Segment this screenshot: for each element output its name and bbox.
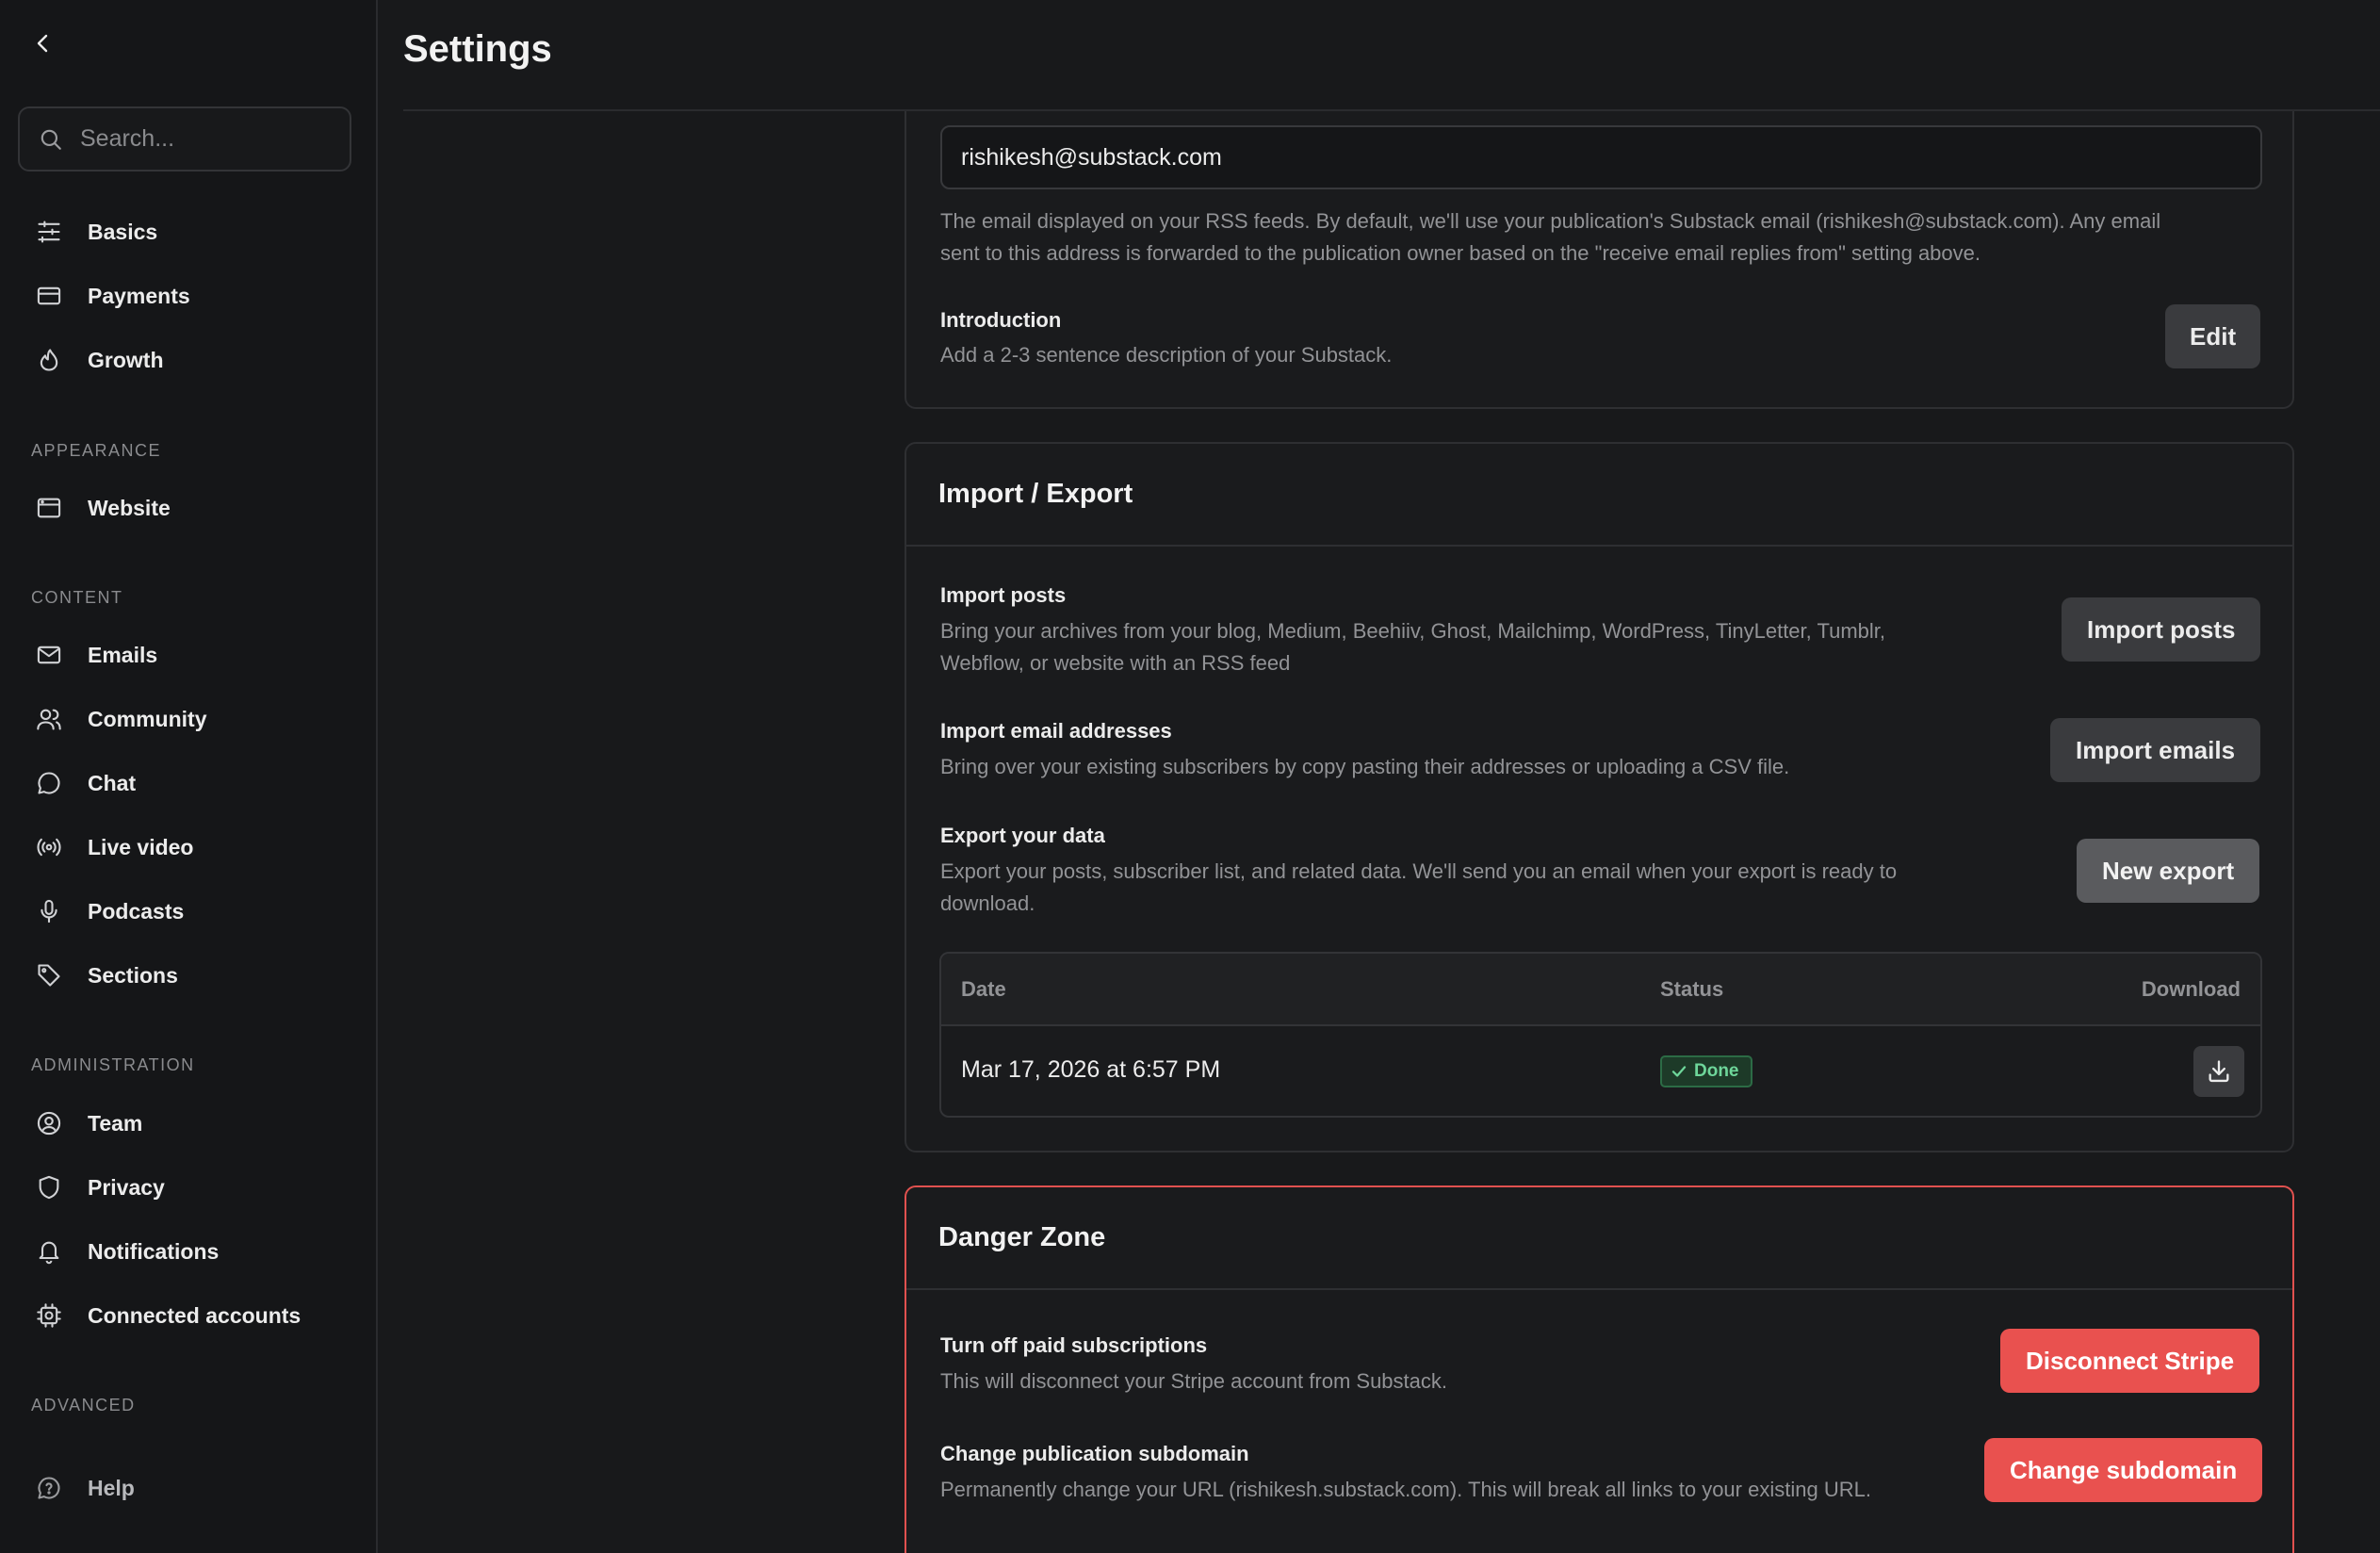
credit-card-icon: [35, 282, 63, 310]
sidebar-item-basics[interactable]: Basics: [18, 205, 351, 258]
search-icon: [41, 129, 61, 150]
sidebar-item-notifications[interactable]: Notifications: [18, 1225, 351, 1278]
danger-zone-header: Danger Zone: [906, 1187, 2292, 1290]
sidebar-item-live-video[interactable]: Live video: [18, 821, 351, 874]
publication-details-card: The email displayed on your RSS feeds. B…: [905, 111, 2294, 409]
sidebar-item-connected-accounts[interactable]: Connected accounts: [18, 1289, 351, 1342]
status-badge: Done: [1660, 1055, 1752, 1087]
export-data-desc-line-1: Export your posts, subscriber list, and …: [940, 859, 1898, 883]
sidebar-item-label: Website: [88, 495, 171, 520]
sidebar-item-label: Help: [88, 1475, 135, 1500]
chevron-left-icon: [37, 34, 48, 53]
change-subdomain-title: Change publication subdomain: [940, 1442, 1249, 1465]
disconnect-stripe-desc: This will disconnect your Stripe account…: [940, 1369, 1448, 1393]
sidebar-item-growth[interactable]: Growth: [18, 334, 351, 386]
bell-icon: [35, 1237, 63, 1266]
chat-bubble-icon: [35, 769, 63, 797]
change-subdomain-button[interactable]: Change subdomain: [1984, 1438, 2263, 1502]
section-label-administration: ADMINISTRATION: [31, 1055, 195, 1074]
shield-icon: [35, 1173, 63, 1202]
sidebar-item-privacy[interactable]: Privacy: [18, 1161, 351, 1214]
export-data-desc-line-2: download.: [940, 891, 1035, 915]
rss-email-input[interactable]: [940, 125, 2262, 189]
export-history-table: Date Status Download Mar 17, 2026 at 6:5…: [939, 952, 2262, 1118]
sidebar-item-label: Basics: [88, 219, 158, 244]
import-posts-button[interactable]: Import posts: [2062, 597, 2261, 662]
import-emails-title: Import email addresses: [940, 719, 1172, 743]
export-data-title: Export your data: [940, 824, 1105, 847]
danger-zone-card: Danger Zone Turn off paid subscriptions …: [905, 1185, 2294, 1553]
introduction-title: Introduction: [940, 308, 1062, 332]
sliders-icon: [35, 218, 63, 246]
import-posts-title: Import posts: [940, 583, 1067, 607]
sidebar-item-label: Notifications: [88, 1238, 220, 1264]
sidebar-item-sections[interactable]: Sections: [18, 949, 351, 1002]
import-export-title: Import / Export: [938, 479, 1133, 509]
import-posts-desc-line-1: Bring your archives from your blog, Medi…: [940, 619, 1886, 643]
sidebar-item-emails[interactable]: Emails: [18, 629, 351, 681]
disconnect-stripe-title: Turn off paid subscriptions: [940, 1333, 1208, 1357]
change-subdomain-desc: Permanently change your URL (rishikesh.s…: [940, 1478, 1871, 1501]
import-export-header: Import / Export: [906, 444, 2292, 547]
sidebar: Basics Payments Growth APPEARANCE Websit…: [0, 0, 378, 1553]
mail-icon: [35, 641, 63, 669]
sidebar-item-help[interactable]: Help: [18, 1462, 351, 1514]
sidebar-item-label: Team: [88, 1110, 143, 1136]
import-export-card: Import / Export Import posts Bring your …: [905, 442, 2294, 1152]
microphone-icon: [35, 897, 63, 925]
download-icon: [2209, 1060, 2229, 1083]
introduction-description: Add a 2-3 sentence description of your S…: [940, 343, 1393, 367]
section-label-content: CONTENT: [31, 588, 123, 607]
edit-introduction-button[interactable]: Edit: [2165, 304, 2261, 368]
sidebar-item-label: Live video: [88, 834, 194, 859]
sidebar-item-podcasts[interactable]: Podcasts: [18, 885, 351, 938]
import-emails-button[interactable]: Import emails: [2050, 718, 2261, 782]
sidebar-item-chat[interactable]: Chat: [18, 757, 351, 809]
sidebar-item-label: Connected accounts: [88, 1302, 302, 1328]
sidebar-item-label: Chat: [88, 770, 137, 795]
page-title: Settings: [403, 28, 552, 70]
sidebar-item-label: Sections: [88, 962, 178, 988]
users-icon: [35, 705, 63, 733]
column-header-download: Download: [2141, 977, 2241, 1001]
table-row: Mar 17, 2026 at 6:57 PM Done: [941, 1026, 2260, 1116]
sidebar-item-payments[interactable]: Payments: [18, 270, 351, 322]
rss-email-help-line-2: sent to this address is forwarded to the…: [940, 241, 1981, 265]
sidebar-item-label: Privacy: [88, 1174, 165, 1200]
table-header: Date Status Download: [941, 954, 2260, 1026]
danger-zone-title: Danger Zone: [938, 1222, 1106, 1252]
browser-window-icon: [35, 494, 63, 522]
user-circle-icon: [35, 1109, 63, 1137]
help-bubble-icon: [35, 1474, 63, 1502]
sidebar-item-label: Community: [88, 706, 207, 731]
section-label-appearance: APPEARANCE: [31, 441, 162, 460]
disconnect-stripe-button[interactable]: Disconnect Stripe: [2000, 1329, 2260, 1393]
sidebar-item-website[interactable]: Website: [18, 482, 351, 534]
import-emails-desc: Bring over your existing subscribers by …: [940, 755, 1790, 778]
status-badge-label: Done: [1694, 1061, 1739, 1081]
flame-icon: [35, 346, 63, 374]
sidebar-item-label: Growth: [88, 347, 164, 372]
back-button[interactable]: [26, 26, 60, 60]
sidebar-item-label: Emails: [88, 642, 158, 667]
broadcast-icon: [35, 833, 63, 861]
export-date: Mar 17, 2026 at 6:57 PM: [961, 1056, 1221, 1083]
checkmark-icon: [1671, 1063, 1687, 1080]
search-box[interactable]: [18, 106, 351, 172]
rss-email-help-line-1: The email displayed on your RSS feeds. B…: [940, 209, 2161, 233]
sidebar-item-community[interactable]: Community: [18, 693, 351, 745]
sidebar-item-team[interactable]: Team: [18, 1097, 351, 1150]
search-input[interactable]: [80, 125, 334, 153]
sidebar-item-label: Payments: [88, 283, 190, 308]
section-label-advanced: ADVANCED: [31, 1396, 136, 1414]
sidebar-item-label: Podcasts: [88, 898, 185, 924]
chip-icon: [35, 1301, 63, 1330]
import-posts-desc-line-2: Webflow, or website with an RSS feed: [940, 651, 1291, 675]
column-header-date: Date: [961, 977, 1006, 1001]
new-export-button[interactable]: New export: [2077, 839, 2260, 903]
tag-icon: [35, 961, 63, 989]
column-header-status: Status: [1660, 977, 1724, 1001]
download-export-button[interactable]: [2193, 1046, 2244, 1097]
settings-app: Basics Payments Growth APPEARANCE Websit…: [0, 0, 2380, 1553]
